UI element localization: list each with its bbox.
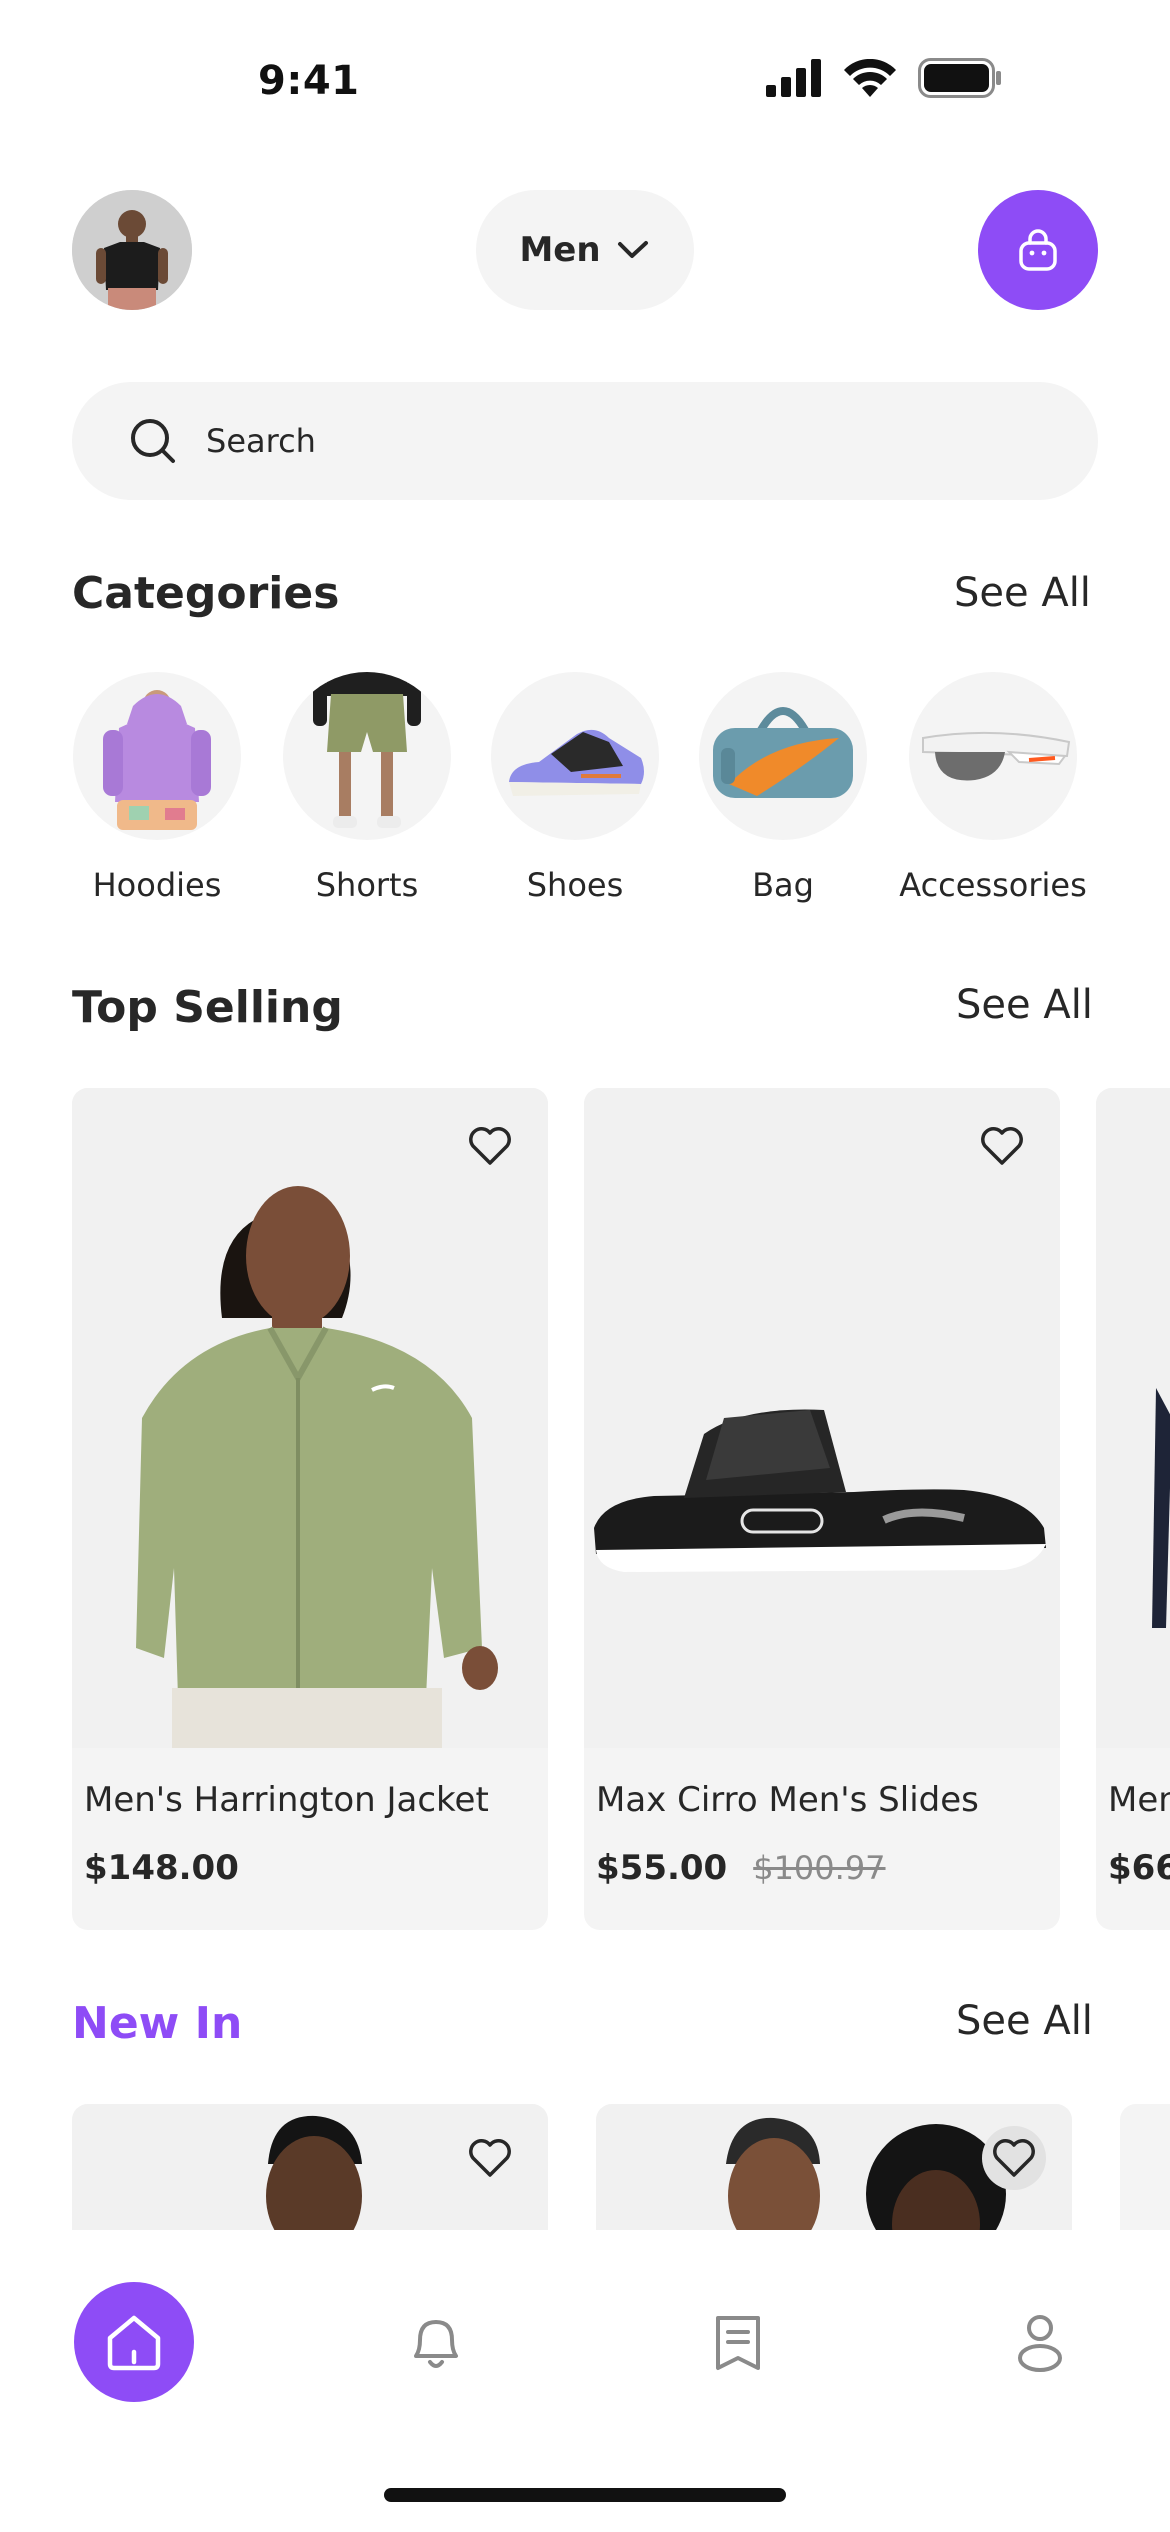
shoe-image <box>491 672 659 840</box>
product-card[interactable]: Max Cirro Men's Slides $55.00 $100.97 <box>584 1088 1060 1930</box>
new-in-list <box>72 2104 1170 2230</box>
product-name: Max Cirro Men's Slides <box>596 1780 979 1820</box>
wifi-icon <box>844 59 896 97</box>
receipt-icon <box>716 2316 760 2370</box>
home-indicator <box>384 2488 786 2502</box>
cart-button[interactable] <box>978 190 1098 310</box>
product-price: $66 <box>1108 1848 1170 1888</box>
status-time: 9:41 <box>258 58 360 104</box>
favorite-button[interactable] <box>970 1114 1034 1178</box>
product-name: Men <box>1108 1780 1170 1820</box>
product-card[interactable]: Men's Harrington Jacket $148.00 <box>72 1088 548 1930</box>
profile-icon <box>1018 2315 1062 2372</box>
category-label: Hoodies <box>92 866 222 904</box>
category-accessories[interactable]: Accessories <box>899 672 1087 904</box>
sunglasses-image <box>909 672 1077 840</box>
category-shorts[interactable]: Shorts <box>282 672 452 904</box>
category-label: Accessories <box>899 866 1087 904</box>
product-price-row: $66 <box>1108 1848 1170 1888</box>
favorite-button[interactable] <box>982 2126 1046 2190</box>
bottom-navigation <box>0 2230 1170 2532</box>
product-name: Men's Harrington Jacket <box>84 1780 489 1820</box>
avatar[interactable] <box>72 190 192 310</box>
search-icon <box>131 419 175 463</box>
heart-icon <box>469 2139 511 2177</box>
heart-icon <box>993 2139 1035 2177</box>
product-price-row: $55.00 $100.97 <box>596 1848 886 1888</box>
new-product-card[interactable] <box>596 2104 1072 2230</box>
new-product-card[interactable] <box>72 2104 548 2230</box>
gender-label: Men <box>519 230 601 270</box>
new-in-see-all[interactable]: See All <box>956 1998 1093 2044</box>
category-label: Shorts <box>315 866 419 904</box>
product-image-jacket <box>72 1088 548 1748</box>
category-bag[interactable]: Bag <box>698 672 868 904</box>
shopping-bag-icon <box>1019 229 1057 271</box>
nav-notifications[interactable] <box>376 2282 496 2402</box>
bell-icon <box>414 2320 458 2368</box>
product-card[interactable]: Men $66 <box>1096 1088 1170 1930</box>
product-image-slides <box>584 1088 1060 1748</box>
signal-icon <box>766 59 821 97</box>
category-label: Shoes <box>526 866 624 904</box>
top-selling-list: Men's Harrington Jacket $148.00 Max Cirr <box>72 1088 1170 1930</box>
search-bar[interactable] <box>72 382 1098 500</box>
bag-image <box>699 672 867 840</box>
categories-see-all[interactable]: See All <box>954 570 1091 616</box>
gender-dropdown[interactable]: Men <box>476 190 694 310</box>
product-price: $148.00 <box>84 1848 239 1888</box>
favorite-button[interactable] <box>458 2126 522 2190</box>
categories-list: Hoodies Shorts Shoes Bag Accessories <box>72 672 1112 912</box>
category-hoodies[interactable]: Hoodies <box>72 672 242 904</box>
product-price-row: $148.00 <box>84 1848 239 1888</box>
product-price: $55.00 <box>596 1848 728 1888</box>
nav-home[interactable] <box>74 2282 194 2402</box>
home-icon <box>107 2315 161 2371</box>
hoodie-image <box>73 672 241 840</box>
status-bar: 9:41 <box>0 0 1170 150</box>
product-old-price: $100.97 <box>753 1849 886 1887</box>
shorts-image <box>283 672 451 840</box>
chevron-down-icon <box>617 241 648 258</box>
heart-icon <box>981 1127 1023 1165</box>
new-product-card[interactable] <box>1120 2104 1170 2230</box>
new-in-title: New In <box>72 1998 243 2049</box>
battery-icon <box>918 58 1001 98</box>
search-input[interactable] <box>206 422 1006 460</box>
top-selling-title: Top Selling <box>72 982 343 1033</box>
heart-icon <box>469 1127 511 1165</box>
status-icons <box>766 58 1002 98</box>
nav-profile[interactable] <box>980 2282 1100 2402</box>
user-avatar <box>72 190 192 310</box>
top-selling-see-all[interactable]: See All <box>956 982 1093 1028</box>
product-image-partial <box>1096 1088 1170 1748</box>
favorite-button[interactable] <box>458 1114 522 1178</box>
nav-orders[interactable] <box>678 2282 798 2402</box>
category-label: Bag <box>752 866 814 904</box>
categories-title: Categories <box>72 568 340 619</box>
category-shoes[interactable]: Shoes <box>490 672 660 904</box>
